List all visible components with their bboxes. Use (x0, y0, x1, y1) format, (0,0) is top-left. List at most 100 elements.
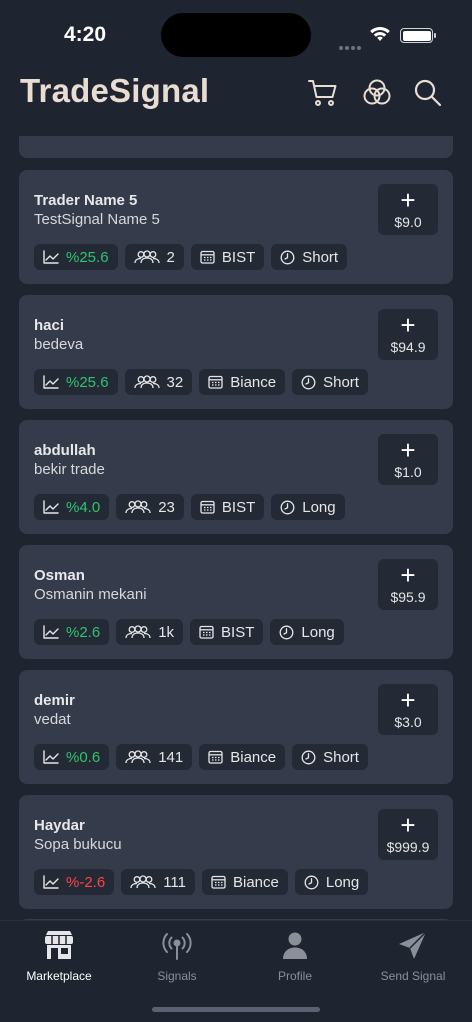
cart-icon[interactable] (306, 76, 340, 110)
subscribers-chip: 2 (124, 244, 184, 270)
buy-signal-button[interactable]: + $3.0 (378, 684, 438, 735)
trend-chart-icon (43, 875, 59, 889)
signal-price: $9.0 (394, 214, 422, 230)
clock-icon (279, 625, 294, 639)
trader-name: Trader Name 5 (34, 192, 138, 209)
market-name: BIST (221, 498, 256, 516)
tab-label: Signals (157, 969, 197, 983)
buy-signal-button[interactable]: + $95.9 (378, 559, 438, 610)
clock-icon (280, 500, 295, 514)
term-chip: Short (292, 744, 368, 770)
calendar-icon (208, 375, 223, 389)
buy-signal-button[interactable]: + $999.9 (378, 809, 438, 860)
signal-name: Osmanin mekani (34, 586, 147, 603)
trend-chart-icon (43, 500, 59, 514)
plus-icon: + (400, 810, 416, 840)
clock-icon (301, 750, 316, 764)
buy-signal-button[interactable]: + $9.0 (378, 184, 438, 235)
tab-signals[interactable]: Signals (118, 929, 236, 983)
signal-card[interactable]: abdullah bekir trade + $1.0 %4.0 23 BIST Long (19, 420, 453, 534)
cellular-signal-icon (339, 37, 363, 55)
market-name: Biance (233, 873, 279, 891)
calendar-icon (208, 750, 223, 764)
term-value: Long (302, 498, 336, 516)
overlapping-circles-icon[interactable] (360, 76, 394, 110)
tab-profile[interactable]: Profile (236, 929, 354, 983)
term-value: Short (323, 748, 359, 766)
subscribers-count: 1k (158, 623, 175, 641)
signal-card[interactable]: demir vedat + $3.0 %0.6 141 Biance Short (19, 670, 453, 784)
performance-value: %2.6 (66, 623, 101, 641)
signal-name: bekir trade (34, 461, 105, 478)
subscribers-count: 141 (158, 748, 184, 766)
signal-price: $3.0 (394, 714, 422, 730)
wifi-icon (370, 26, 390, 41)
term-chip: Short (271, 244, 348, 270)
dynamic-island (161, 13, 311, 57)
term-value: Long (301, 623, 335, 641)
subscribers-chip: 1k (116, 619, 184, 645)
signal-list[interactable]: Trader Name 5 TestSignal Name 5 + $9.0 %25.6… (0, 136, 472, 920)
users-icon (130, 875, 156, 889)
signal-card[interactable]: Haydar Sopa bukucu + $999.9 %-2.6 111 Biance Lo… (19, 795, 453, 909)
app-title: TradeSignal (20, 72, 210, 109)
calendar-icon (200, 500, 215, 514)
term-chip: Long (294, 869, 369, 895)
performance-value: %-2.6 (66, 873, 106, 891)
trend-chart-icon (43, 625, 59, 639)
subscribers-chip: 23 (116, 494, 184, 520)
clock-icon (304, 875, 319, 889)
signal-name: Sopa bukucu (34, 836, 122, 853)
subscribers-count: 32 (166, 373, 184, 391)
performance-value: %0.6 (66, 748, 101, 766)
clock-icon (301, 375, 316, 389)
person-icon (283, 932, 307, 959)
signal-price: $1.0 (394, 464, 422, 480)
term-value: Short (323, 373, 359, 391)
signal-card-partial[interactable] (19, 136, 453, 158)
users-icon (125, 625, 151, 639)
antenna-icon (162, 933, 192, 960)
performance-chip: %25.6 (34, 369, 118, 395)
trader-name: haci (34, 317, 65, 334)
status-bar: 4:20 (0, 0, 472, 66)
app-header: TradeSignal (0, 66, 472, 136)
signal-card[interactable]: Osman Osmanin mekani + $95.9 %2.6 1k BIST Long (19, 545, 453, 659)
tab-label: Send Signal (380, 969, 446, 983)
users-icon (133, 375, 160, 389)
trader-name: Haydar (34, 817, 85, 834)
signal-card[interactable]: haci bedeva + $94.9 %25.6 32 Biance Short (19, 295, 453, 409)
market-name: Biance (230, 748, 277, 766)
trend-chart-icon (43, 250, 59, 264)
buy-signal-button[interactable]: + $1.0 (378, 434, 438, 485)
term-value: Long (325, 873, 360, 891)
signal-name: vedat (34, 711, 71, 728)
performance-chip: %-2.6 (34, 869, 115, 895)
subscribers-chip: 141 (116, 744, 193, 770)
term-value: Short (302, 248, 339, 266)
market-chip: BIST (190, 494, 265, 520)
tab-marketplace[interactable]: Marketplace (0, 929, 118, 983)
calendar-icon (199, 625, 214, 639)
users-icon (125, 500, 151, 514)
clock-icon (280, 250, 295, 264)
buy-signal-button[interactable]: + $94.9 (378, 309, 438, 360)
signal-price: $94.9 (390, 339, 426, 355)
market-name: BIST (221, 248, 256, 266)
tab-send-signal[interactable]: Send Signal (354, 929, 472, 983)
trader-name: abdullah (34, 442, 96, 459)
subscribers-chip: 32 (124, 369, 193, 395)
performance-value: %25.6 (66, 248, 109, 266)
trend-chart-icon (43, 750, 59, 764)
performance-chip: %2.6 (34, 619, 110, 645)
signal-card[interactable]: Trader Name 5 TestSignal Name 5 + $9.0 %25.6… (19, 170, 453, 284)
plus-icon: + (400, 685, 416, 715)
trader-name: Osman (34, 567, 85, 584)
trader-name: demir (34, 692, 75, 709)
signal-name: bedeva (34, 336, 84, 353)
search-icon[interactable] (411, 76, 445, 110)
calendar-icon (200, 250, 215, 264)
subscribers-count: 2 (166, 248, 175, 266)
market-chip: Biance (199, 369, 286, 395)
trend-chart-icon (43, 375, 59, 389)
